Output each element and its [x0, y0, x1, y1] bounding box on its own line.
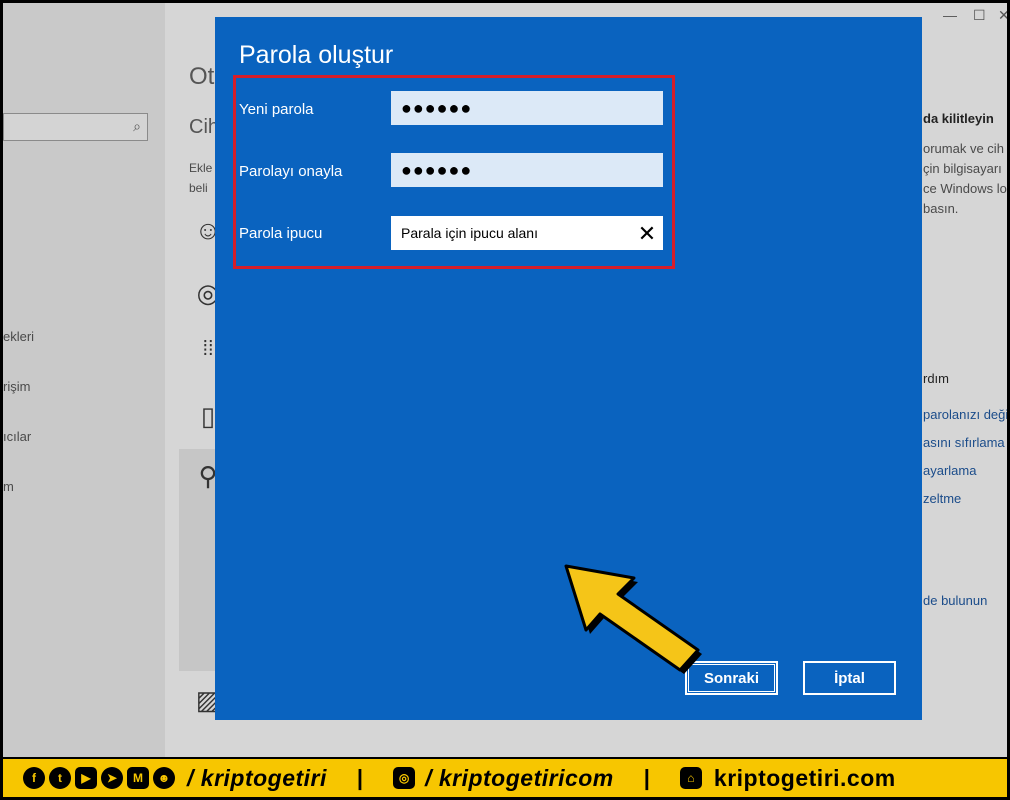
- settings-sidebar: ⌕ ekleri rişim ıcılar m: [3, 3, 165, 763]
- right-heading: da kilitleyin: [923, 111, 994, 126]
- pointer-arrow-icon: [564, 564, 702, 674]
- social-handle: / kriptogetiri: [187, 764, 327, 791]
- sidebar-item[interactable]: m: [3, 479, 14, 494]
- right-section-title: rdım: [923, 371, 949, 386]
- search-icon: ⌕: [133, 118, 141, 134]
- section-desc: Ekle: [189, 161, 213, 175]
- sidebar-item[interactable]: ekleri: [3, 329, 34, 344]
- close-window-icon[interactable]: ✕: [998, 7, 1007, 24]
- help-link[interactable]: asını sıfırlama: [923, 435, 1005, 450]
- separator: |: [356, 765, 364, 790]
- right-desc: ce Windows lo: [923, 181, 1007, 196]
- medium-icon: M: [127, 767, 149, 789]
- sidebar-item[interactable]: ıcılar: [3, 429, 31, 444]
- help-link[interactable]: ayarlama: [923, 463, 976, 478]
- minimize-icon[interactable]: —: [943, 7, 957, 23]
- cancel-button[interactable]: İptal: [803, 661, 896, 695]
- facebook-icon: f: [23, 767, 45, 789]
- twitter-icon: t: [49, 767, 71, 789]
- password-hint-field[interactable]: [391, 216, 663, 250]
- clear-text-icon[interactable]: ✕: [635, 222, 659, 246]
- help-link[interactable]: parolanızı deği: [923, 407, 1007, 422]
- right-desc: çin bilgisayarı: [923, 161, 1002, 176]
- password-hint-label: Parola ipucu: [239, 225, 323, 242]
- dialog-title: Parola oluştur: [239, 41, 394, 69]
- right-desc: basın.: [923, 201, 959, 216]
- instagram-handle: / kriptogetiricom: [425, 764, 614, 791]
- right-desc: orumak ve cih: [923, 141, 1004, 156]
- confirm-password-field[interactable]: [391, 153, 663, 187]
- confirm-password-label: Parolayı onayla: [239, 163, 343, 180]
- reddit-icon: ☻: [153, 767, 175, 789]
- website: kriptogetiri.com: [713, 764, 896, 791]
- section-desc: beli: [189, 181, 208, 195]
- separator: |: [643, 765, 650, 790]
- page-title: Ot: [189, 63, 215, 90]
- youtube-icon: ▶: [75, 767, 97, 789]
- help-link[interactable]: de bulunun: [923, 593, 987, 608]
- sidebar-item[interactable]: rişim: [3, 379, 30, 394]
- settings-search-box[interactable]: ⌕: [3, 113, 148, 141]
- new-password-field[interactable]: [391, 91, 663, 125]
- brand-banner: f t ▶ ➤ M ☻ / kriptogetiri | ◎ / kriptog…: [3, 757, 1007, 797]
- instagram-icon: ◎: [393, 767, 416, 789]
- telegram-icon: ➤: [101, 767, 123, 789]
- new-password-label: Yeni parola: [239, 101, 314, 118]
- help-link[interactable]: zeltme: [923, 491, 961, 506]
- home-icon: ⌂: [679, 767, 702, 789]
- screenshot-frame: ⌕ ekleri rişim ıcılar m — ☐ ✕ Ot Cih Ekl…: [0, 0, 1010, 800]
- maximize-icon[interactable]: ☐: [973, 7, 986, 24]
